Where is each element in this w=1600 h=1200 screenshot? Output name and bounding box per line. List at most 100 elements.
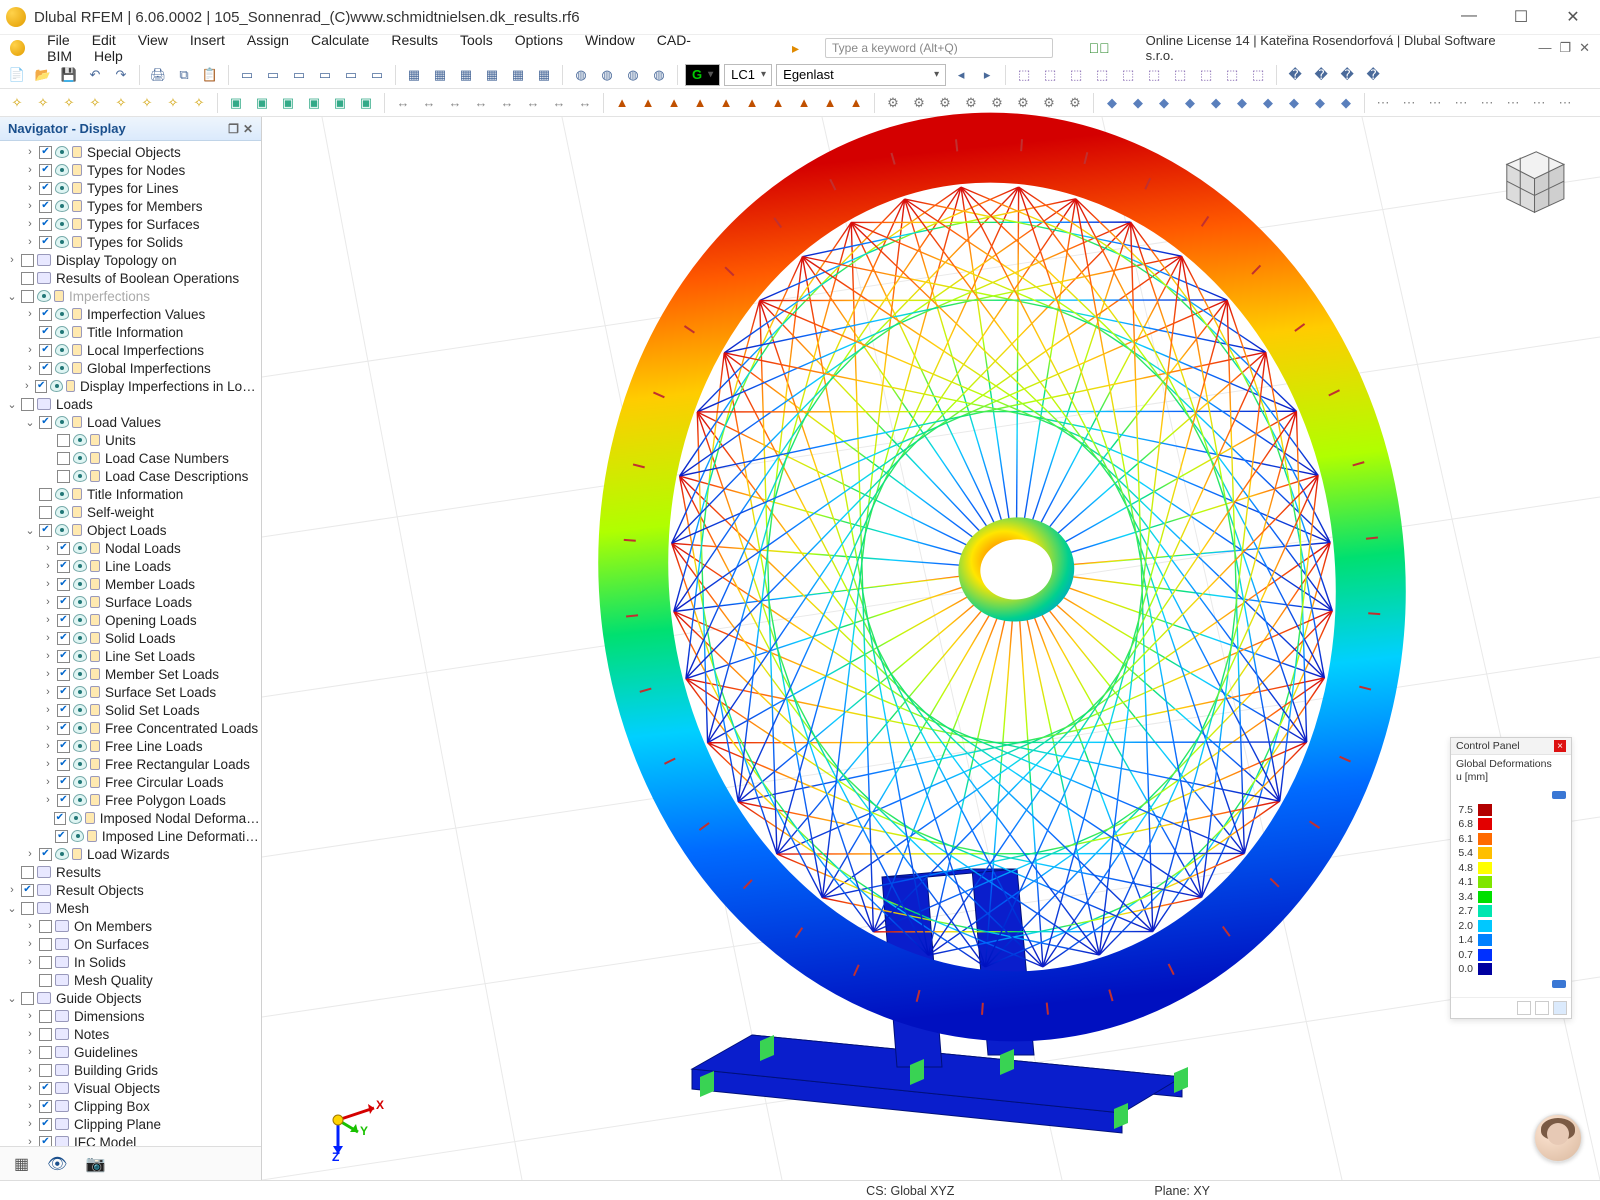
tree-checkbox[interactable] [39, 308, 52, 321]
tree-twisty[interactable]: › [24, 1046, 36, 1058]
tree-twisty[interactable]: › [24, 218, 36, 230]
tree-item[interactable]: Imposed Line Deformations [0, 827, 261, 845]
tree-twisty[interactable]: › [42, 596, 54, 608]
tree-twisty[interactable]: › [42, 776, 54, 788]
eye-icon[interactable] [73, 614, 87, 626]
tree-twisty[interactable]: › [24, 1082, 36, 1094]
tree-checkbox[interactable] [57, 542, 70, 555]
tree-item[interactable]: ›Types for Solids [0, 233, 261, 251]
model-viewport[interactable]: Control Panel × Global Deformations u [m… [262, 117, 1600, 1180]
tree-item[interactable]: ›Clipping Box [0, 1097, 261, 1115]
tb-view-1[interactable]: ▭ [262, 64, 284, 86]
tree-item[interactable]: ›Line Set Loads [0, 647, 261, 665]
tree-item[interactable]: ›Free Concentrated Loads [0, 719, 261, 737]
menu-insert[interactable]: Insert [190, 32, 225, 48]
tb-res-9[interactable]: ⬚ [1247, 64, 1269, 86]
tree-checkbox[interactable] [57, 452, 70, 465]
eye-icon[interactable] [73, 776, 87, 788]
eye-icon[interactable] [69, 812, 82, 824]
tb-disp-2[interactable]: ▦ [455, 64, 477, 86]
tree-checkbox[interactable] [57, 758, 70, 771]
tree-item[interactable]: ›In Solids [0, 953, 261, 971]
menu-file[interactable]: File [47, 32, 70, 48]
tree-twisty[interactable]: ⌄ [6, 902, 18, 915]
tb-view-3[interactable]: ▭ [314, 64, 336, 86]
tree-checkbox[interactable] [21, 272, 34, 285]
tree-item[interactable]: ⌄Load Values [0, 413, 261, 431]
navigator-close-button[interactable]: ✕ [243, 122, 253, 136]
tree-item[interactable]: Imposed Nodal Deformatio... [0, 809, 261, 827]
view-cube[interactable] [1490, 135, 1574, 219]
tb-copy[interactable]: ⧉ [173, 64, 195, 86]
eye-icon[interactable] [55, 164, 69, 176]
tree-item[interactable]: Units [0, 431, 261, 449]
tb-disp-5[interactable]: ▦ [533, 64, 555, 86]
tb-more-7[interactable]: ⋯ [1554, 92, 1576, 114]
eye-icon[interactable] [71, 830, 85, 842]
tb-misc1-2[interactable]: � [1336, 64, 1358, 86]
tree-twisty[interactable]: › [24, 1010, 36, 1022]
tree-item[interactable]: ›Guidelines [0, 1043, 261, 1061]
navigator-tree[interactable]: ›Special Objects›Types for Nodes›Types f… [0, 141, 261, 1146]
tree-checkbox[interactable] [39, 326, 52, 339]
eye-icon[interactable] [55, 326, 69, 338]
menu-calculate[interactable]: Calculate [311, 32, 369, 48]
tree-checkbox[interactable] [39, 1046, 52, 1059]
tree-twisty[interactable]: › [24, 308, 36, 320]
tb-lc-prev[interactable]: ◂ [950, 64, 972, 86]
tb-more-3[interactable]: ⋯ [1450, 92, 1472, 114]
eye-icon[interactable] [73, 650, 87, 662]
tb-more-4[interactable]: ⋯ [1476, 92, 1498, 114]
tree-item[interactable]: ›Display Imperfections in Load C... [0, 377, 261, 395]
tree-twisty[interactable]: › [6, 884, 18, 896]
maximize-button[interactable]: ☐ [1506, 7, 1536, 27]
doc-minimize-button[interactable]: ― [1538, 40, 1551, 56]
tb-render-3[interactable]: ◍ [648, 64, 670, 86]
tree-checkbox[interactable] [57, 596, 70, 609]
tb-snap-4[interactable]: ✧ [110, 92, 132, 114]
tree-twisty[interactable]: › [42, 632, 54, 644]
tree-item[interactable]: ›Solid Set Loads [0, 701, 261, 719]
tb-snap-2[interactable]: ✧ [58, 92, 80, 114]
tree-checkbox[interactable] [39, 1010, 52, 1023]
tree-twisty[interactable]: › [42, 650, 54, 662]
eye-icon[interactable] [55, 506, 69, 518]
eye-icon[interactable] [55, 848, 69, 860]
loadcase-group-combo[interactable]: G ▾ [685, 64, 720, 86]
app-menu-icon[interactable] [10, 40, 25, 56]
tb-snap-1[interactable]: ✧ [32, 92, 54, 114]
tree-checkbox[interactable] [39, 920, 52, 933]
tree-item[interactable]: ›IFC Model [0, 1133, 261, 1146]
tree-checkbox[interactable] [57, 794, 70, 807]
tree-twisty[interactable]: › [22, 380, 33, 392]
tree-item[interactable]: ›Member Set Loads [0, 665, 261, 683]
legend-top-handle[interactable] [1552, 791, 1566, 799]
tree-item[interactable]: ›Solid Loads [0, 629, 261, 647]
tree-item[interactable]: ›On Surfaces [0, 935, 261, 953]
tree-checkbox[interactable] [57, 614, 70, 627]
tb-res-5[interactable]: ⬚ [1143, 64, 1165, 86]
tb-paste[interactable]: 📋 [199, 64, 221, 86]
eye-icon[interactable] [55, 308, 69, 320]
tb-misc1-1[interactable]: � [1310, 64, 1332, 86]
tree-twisty[interactable]: › [24, 848, 36, 860]
menu-window[interactable]: Window [585, 32, 635, 48]
tree-twisty[interactable]: ⌄ [24, 416, 36, 429]
close-button[interactable]: ✕ [1558, 7, 1588, 27]
tb-disp-0[interactable]: ▦ [403, 64, 425, 86]
tree-item[interactable]: ›Building Grids [0, 1061, 261, 1079]
tree-checkbox[interactable] [57, 776, 70, 789]
tree-twisty[interactable]: › [42, 578, 54, 590]
tree-twisty[interactable]: › [24, 362, 36, 374]
tree-checkbox[interactable] [21, 254, 34, 267]
tree-checkbox[interactable] [21, 290, 34, 303]
tree-item[interactable]: ›Free Polygon Loads [0, 791, 261, 809]
tree-twisty[interactable]: › [42, 668, 54, 680]
tree-twisty[interactable]: › [42, 704, 54, 716]
tree-item[interactable]: ›Special Objects [0, 143, 261, 161]
tree-twisty[interactable]: › [24, 1118, 36, 1130]
tree-item[interactable]: ›Member Loads [0, 575, 261, 593]
nav-tab-display-icon[interactable]: 👁 [47, 1154, 67, 1174]
tree-item[interactable]: ›Types for Surfaces [0, 215, 261, 233]
eye-icon[interactable] [73, 596, 87, 608]
